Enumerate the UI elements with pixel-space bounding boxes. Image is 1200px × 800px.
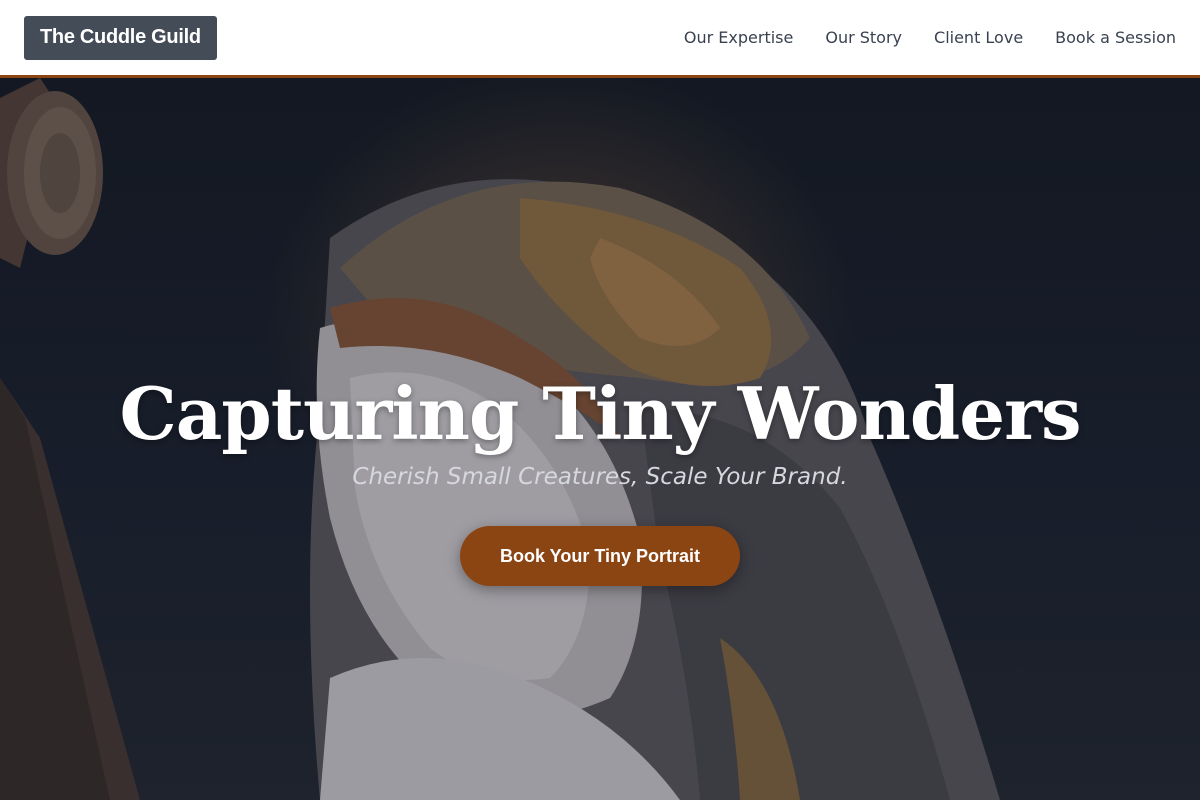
nav-book-a-session[interactable]: Book a Session xyxy=(1055,28,1176,47)
main-nav: Our Expertise Our Story Client Love Book… xyxy=(684,28,1176,47)
nav-client-love[interactable]: Client Love xyxy=(934,28,1023,47)
hero-tagline: Cherish Small Creatures, Scale Your Bran… xyxy=(352,464,848,490)
site-logo[interactable]: The Cuddle Guild xyxy=(24,15,217,60)
nav-our-expertise[interactable]: Our Expertise xyxy=(684,28,793,47)
hero-title: Capturing Tiny Wonders xyxy=(119,371,1081,456)
hero-content: Capturing Tiny Wonders Cherish Small Cre… xyxy=(0,374,1200,586)
site-header: The Cuddle Guild Our Expertise Our Story… xyxy=(0,0,1200,78)
hero-section: Capturing Tiny Wonders Cherish Small Cre… xyxy=(0,78,1200,800)
nav-our-story[interactable]: Our Story xyxy=(825,28,902,47)
book-portrait-button[interactable]: Book Your Tiny Portrait xyxy=(460,526,740,586)
